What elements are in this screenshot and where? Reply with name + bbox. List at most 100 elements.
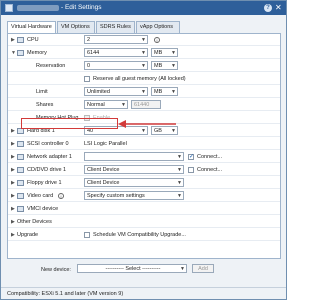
expand-icon[interactable]: ▶ bbox=[11, 167, 15, 173]
new-device-value: ---------- Select ---------- bbox=[105, 266, 161, 272]
chevron-down-icon: ▼ bbox=[177, 180, 182, 186]
floppy-value: Client Device bbox=[87, 180, 120, 186]
shares-value: Normal bbox=[87, 102, 105, 108]
floppy-select[interactable]: Client Device ▼ bbox=[84, 178, 184, 187]
tab-vapp-options[interactable]: vApp Options bbox=[136, 21, 180, 33]
scsi-value: LSI Logic Parallel bbox=[84, 141, 127, 147]
cpu-label: CPU bbox=[27, 37, 39, 43]
shares-label: Shares bbox=[36, 102, 54, 108]
cd-dvd-icon bbox=[17, 167, 24, 173]
expand-icon[interactable]: ▶ bbox=[11, 232, 15, 238]
network-icon bbox=[17, 154, 24, 160]
reserve-all-row: Reserve all guest memory (All locked) bbox=[8, 73, 280, 85]
reservation-row: Reservation 0 ▼ MB ▼ bbox=[8, 60, 280, 72]
cd-dvd-select[interactable]: Client Device ▼ bbox=[84, 165, 184, 174]
vmci-label: VMCI device bbox=[27, 206, 59, 212]
expand-icon[interactable]: ▶ bbox=[11, 206, 15, 212]
cd-dvd-label: CD/DVD drive 1 bbox=[27, 167, 67, 173]
chevron-down-icon: ▼ bbox=[141, 63, 146, 69]
annotation-arrow-icon bbox=[118, 120, 176, 128]
network-connect-checkbox[interactable] bbox=[188, 153, 194, 160]
shares-row: Shares Normal ▼ 61440 bbox=[8, 99, 280, 111]
cpu-select[interactable]: 2 ▼ bbox=[84, 35, 148, 44]
reservation-unit-select[interactable]: MB ▼ bbox=[151, 61, 178, 70]
video-card-icon bbox=[17, 193, 24, 199]
new-device-select[interactable]: ---------- Select ---------- ▼ bbox=[77, 264, 187, 273]
add-button[interactable]: Add bbox=[192, 264, 214, 273]
shares-number-field: 61440 bbox=[131, 100, 161, 109]
scsi-icon bbox=[17, 141, 24, 147]
memory-hot-plug-highlight bbox=[21, 118, 118, 129]
info-icon[interactable]: i bbox=[154, 37, 160, 43]
tab-vm-options[interactable]: VM Options bbox=[57, 21, 95, 33]
cpu-value: 2 bbox=[87, 37, 91, 43]
close-icon[interactable]: ✕ bbox=[275, 3, 282, 12]
limit-unit-select[interactable]: MB ▼ bbox=[151, 87, 178, 96]
chevron-down-icon: ▼ bbox=[141, 37, 146, 43]
chevron-down-icon: ▼ bbox=[171, 50, 176, 56]
limit-unit: MB bbox=[154, 89, 163, 95]
expand-icon[interactable]: ▶ bbox=[11, 128, 15, 134]
memory-input[interactable]: 6144 ▼ bbox=[84, 48, 148, 57]
cpu-icon bbox=[17, 37, 24, 43]
expand-icon[interactable]: ▶ bbox=[11, 141, 15, 147]
video-card-select[interactable]: Specify custom settings ▼ bbox=[84, 191, 184, 200]
memory-unit-select[interactable]: MB ▼ bbox=[151, 48, 178, 57]
edit-settings-dialog: - Edit Settings ? ✕ Virtual Hardware VM … bbox=[0, 0, 287, 300]
chevron-down-icon: ▼ bbox=[121, 102, 126, 108]
scsi-row: ▶ SCSI controller 0 LSI Logic Parallel bbox=[8, 138, 280, 150]
limit-label: Limit bbox=[36, 89, 48, 95]
limit-value: Unlimited bbox=[87, 89, 110, 95]
expand-icon[interactable]: ▶ bbox=[11, 154, 15, 160]
chevron-down-icon: ▼ bbox=[141, 50, 146, 56]
chevron-down-icon: ▼ bbox=[171, 89, 176, 95]
reservation-label: Reservation bbox=[36, 63, 66, 69]
expand-icon[interactable]: ▶ bbox=[11, 180, 15, 186]
vmci-row: ▶ VMCI device bbox=[8, 203, 280, 215]
cd-dvd-row: ▶ CD/DVD drive 1 Client Device ▼ Connect.… bbox=[8, 164, 280, 176]
video-card-value: Specify custom settings bbox=[87, 193, 145, 199]
cd-dvd-value: Client Device bbox=[87, 167, 120, 173]
expand-icon[interactable]: ▶ bbox=[11, 37, 15, 43]
window-title: - Edit Settings bbox=[61, 4, 102, 11]
cd-dvd-connect-checkbox[interactable] bbox=[188, 167, 194, 173]
limit-input[interactable]: Unlimited ▼ bbox=[84, 87, 148, 96]
shares-select[interactable]: Normal ▼ bbox=[84, 100, 128, 109]
hardware-panel: ▶ CPU 2 ▼ i ▼ Memory 6144 ▼ MB ▼ Reservatio… bbox=[7, 33, 281, 259]
vm-icon bbox=[5, 4, 13, 12]
title-bar: - Edit Settings ? ✕ bbox=[1, 1, 286, 15]
memory-label: Memory bbox=[27, 50, 47, 56]
network-row: ▶ Network adapter 1 ▼ Connect... bbox=[8, 151, 280, 163]
status-bar: Compatibility: ESXi 5.1 and later (VM ve… bbox=[1, 287, 286, 299]
cd-dvd-connect-label: Connect... bbox=[197, 167, 223, 173]
memory-value: 6144 bbox=[87, 50, 100, 56]
new-device-label: New device: bbox=[41, 267, 71, 273]
video-card-row: ▶ Video card i Specify custom settings ▼ bbox=[8, 190, 280, 202]
help-icon[interactable]: ? bbox=[264, 4, 272, 12]
chevron-down-icon: ▼ bbox=[177, 154, 182, 160]
network-label: Network adapter 1 bbox=[27, 154, 72, 160]
reserve-all-label: Reserve all guest memory (All locked) bbox=[93, 76, 186, 82]
limit-row: Limit Unlimited ▼ MB ▼ bbox=[8, 86, 280, 98]
compatibility-text: Compatibility: ESXi 5.1 and later (VM ve… bbox=[7, 291, 124, 297]
upgrade-row: ▶ Upgrade Schedule VM Compatibility Upgr… bbox=[8, 229, 280, 241]
network-select[interactable]: ▼ bbox=[84, 152, 184, 161]
chevron-down-icon: ▼ bbox=[177, 193, 182, 199]
reservation-input[interactable]: 0 ▼ bbox=[84, 61, 148, 70]
expand-icon[interactable]: ▶ bbox=[11, 193, 15, 199]
collapse-icon[interactable]: ▼ bbox=[11, 50, 16, 56]
reserve-all-checkbox[interactable] bbox=[84, 76, 90, 82]
other-devices-row: ▶ Other Devices bbox=[8, 216, 280, 228]
upgrade-checkbox[interactable] bbox=[84, 232, 90, 238]
info-icon[interactable]: i bbox=[58, 193, 64, 199]
expand-icon[interactable]: ▶ bbox=[11, 219, 15, 225]
chevron-down-icon: ▼ bbox=[141, 89, 146, 95]
vm-name-redacted bbox=[17, 5, 59, 11]
upgrade-label: Upgrade bbox=[17, 232, 39, 238]
tab-sdrs-rules[interactable]: SDRS Rules bbox=[96, 21, 135, 33]
reservation-unit: MB bbox=[154, 63, 163, 69]
chevron-down-icon: ▼ bbox=[177, 167, 182, 173]
other-devices-label: Other Devices bbox=[17, 219, 52, 225]
cpu-row: ▶ CPU 2 ▼ i bbox=[8, 34, 280, 46]
scsi-label: SCSI controller 0 bbox=[27, 141, 69, 147]
